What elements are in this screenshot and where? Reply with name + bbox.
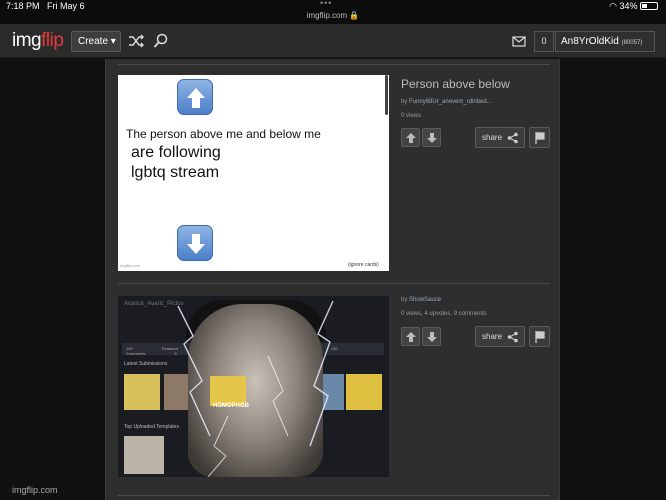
author-link[interactable]: Funny69Ur_anevem_rdinbed... [409, 99, 492, 105]
arrow-up-icon [406, 133, 416, 143]
post-stats: 0 views [401, 113, 422, 119]
flag-button[interactable] [529, 326, 550, 347]
downvote-button[interactable] [422, 327, 441, 346]
share-icon [507, 331, 518, 343]
down-arrow-emoji [177, 225, 213, 261]
post-author-line: by Funny69Ur_anevem_rdinbed... [401, 99, 492, 105]
imgflip-logo[interactable]: imgflip [12, 30, 64, 52]
divider [118, 495, 550, 496]
flag-icon [535, 331, 545, 343]
create-button[interactable]: Create ▾ [71, 31, 121, 52]
share-label: share [482, 133, 503, 142]
arrow-up-icon [406, 332, 416, 342]
share-button[interactable]: share [475, 127, 525, 148]
main-content: The person above me and below me are fol… [105, 59, 560, 500]
meme-text: The person above me and below me [126, 127, 321, 141]
upvote-button[interactable] [401, 128, 420, 147]
meme-scrollbar[interactable] [385, 75, 388, 115]
mail-icon[interactable] [512, 34, 526, 48]
user-points: (80057) [621, 40, 643, 46]
search-icon[interactable] [153, 33, 169, 49]
arrow-down-icon [427, 332, 437, 342]
battery-icon [640, 2, 658, 10]
share-label: share [482, 332, 503, 341]
share-button[interactable]: share [475, 326, 525, 347]
divider [118, 283, 550, 284]
up-arrow-emoji [177, 79, 213, 115]
divider [118, 64, 550, 65]
meme-watermark: imgflip.com [120, 263, 141, 268]
ios-status-bar: 7:18 PM Fri May 6 ••• imgflip.com 🔒 ◠ 34… [0, 0, 666, 24]
post-author-line: by ShowSauce [401, 297, 442, 303]
status-right: ◠ 34% [609, 1, 658, 12]
screenshot-watermark: imgflip.com [12, 485, 58, 495]
wifi-icon: ◠ [609, 1, 617, 11]
username: An8YrOldKid [561, 36, 619, 47]
shuffle-icon[interactable] [128, 33, 144, 49]
downvote-button[interactable] [422, 128, 441, 147]
status-time: 7:18 PM Fri May 6 [6, 1, 85, 11]
tab-dots-icon: ••• [320, 0, 333, 8]
flag-icon [535, 132, 545, 144]
meme-image[interactable]: Avaricé_Avaric_Pictos 150 Featured image… [118, 296, 389, 477]
meme-image[interactable]: The person above me and below me are fol… [118, 75, 389, 271]
meme-note: (ignore cards) [348, 262, 379, 268]
post-stats: 0 views, 4 upvotes, 9 comments [401, 311, 487, 317]
site-header: imgflip Create ▾ 0 An8YrOldKid (80057) [0, 24, 666, 58]
battery-percent: 34% [619, 1, 638, 11]
upvote-button[interactable] [401, 327, 420, 346]
meme-text: are following [131, 144, 221, 161]
post-title[interactable]: Person above below [401, 77, 510, 91]
arrow-down-icon [427, 133, 437, 143]
meme-text: lgbtq stream [131, 164, 220, 181]
share-icon [507, 132, 518, 144]
flag-button[interactable] [529, 127, 550, 148]
address-bar[interactable]: imgflip.com 🔒 [0, 11, 666, 20]
lightning-overlay [177, 300, 334, 477]
author-link[interactable]: ShowSauce [409, 297, 441, 303]
notification-count[interactable]: 0 [534, 31, 554, 52]
user-menu-button[interactable]: An8YrOldKid (80057) [555, 31, 655, 52]
